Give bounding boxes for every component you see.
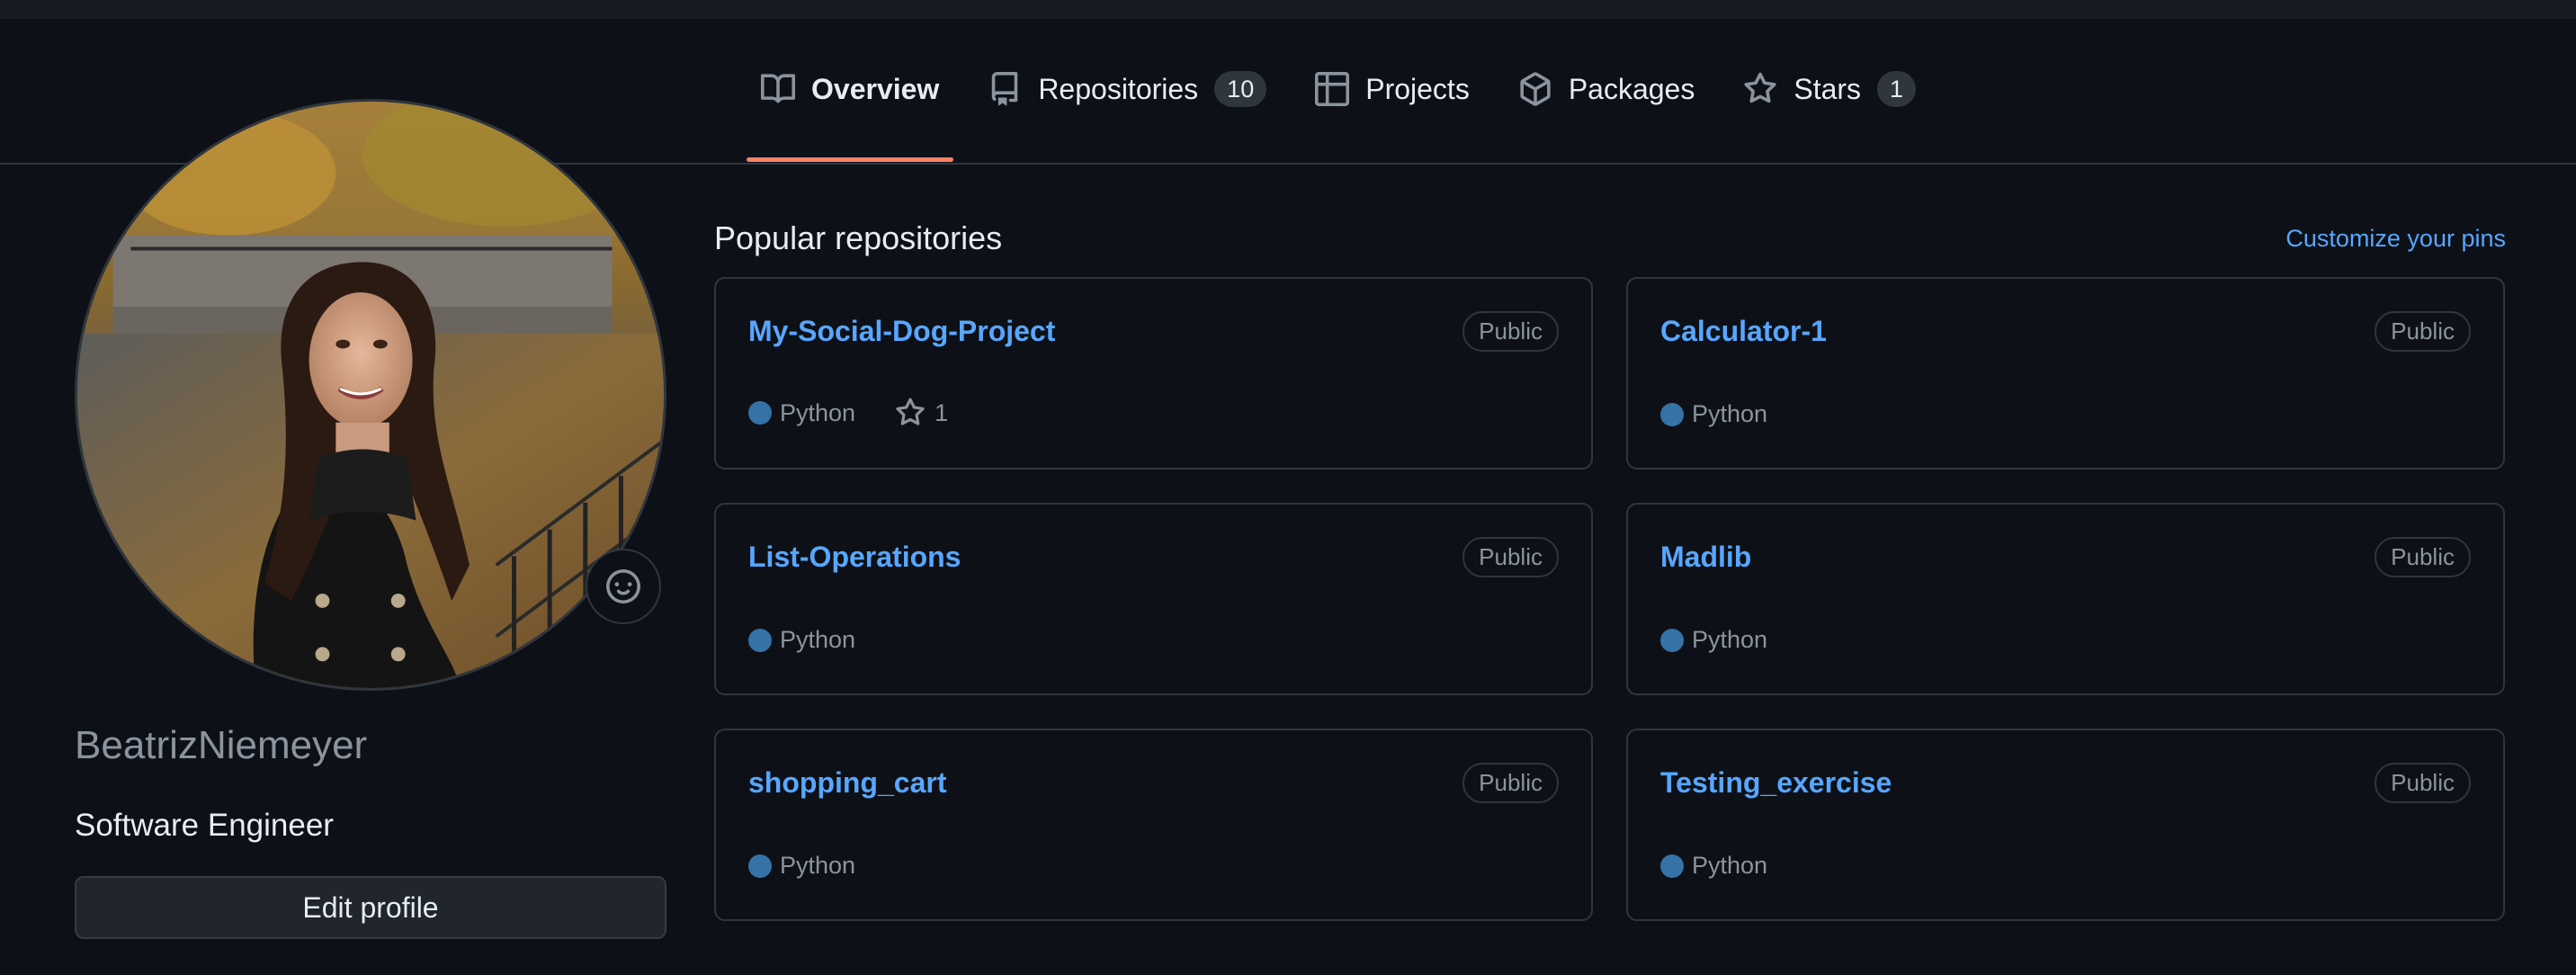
repo-card: My-Social-Dog-Project Public Python 1 [714, 277, 1593, 470]
language-color-dot [748, 854, 772, 878]
language-color-dot [1660, 854, 1684, 878]
stars-count-badge: 1 [1877, 71, 1917, 107]
repo-card: shopping_cart Public Python [714, 729, 1593, 921]
repo-language: Python [780, 852, 856, 879]
repositories-count-badge: 10 [1214, 71, 1267, 107]
smiley-icon [606, 569, 640, 604]
language-color-dot [748, 628, 772, 652]
tab-stars[interactable]: Stars 1 [1729, 44, 1930, 134]
visibility-badge: Public [1462, 763, 1559, 803]
repo-language: Python [1692, 852, 1768, 879]
repo-link[interactable]: Calculator-1 [1660, 315, 1827, 348]
avatar[interactable] [75, 99, 666, 691]
tab-overview-label: Overview [811, 72, 940, 105]
package-icon [1518, 72, 1552, 106]
repo-link[interactable]: List-Operations [748, 541, 961, 574]
tab-repositories-label: Repositories [1038, 72, 1199, 105]
tab-packages-label: Packages [1568, 72, 1695, 105]
repo-link[interactable]: Madlib [1660, 541, 1751, 574]
profile-sidebar: BeatrizNiemeyer Software Engineer Edit p… [75, 99, 666, 939]
visibility-badge: Public [1462, 537, 1559, 577]
repo-language: Python [1692, 400, 1768, 427]
edit-profile-button[interactable]: Edit profile [75, 876, 666, 939]
repo-card: Testing_exercise Public Python [1626, 729, 2505, 921]
stargazers-link[interactable]: 1 [895, 398, 948, 428]
language-color-dot [748, 401, 772, 425]
avatar-container [75, 99, 666, 691]
repo-card: Madlib Public Python [1626, 503, 2505, 695]
tab-packages[interactable]: Packages [1504, 44, 1710, 134]
visibility-badge: Public [2375, 537, 2471, 577]
visibility-badge: Public [2375, 311, 2471, 352]
section-title: Popular repositories [714, 219, 1003, 256]
tab-projects[interactable]: Projects [1301, 44, 1484, 134]
book-icon [761, 72, 795, 106]
top-header-bar [0, 0, 2576, 19]
repo-link[interactable]: Testing_exercise [1660, 766, 1892, 800]
popular-repositories-section: Popular repositories Customize your pins… [714, 216, 2506, 921]
tab-overview[interactable]: Overview [747, 44, 954, 162]
repo-language: Python [780, 398, 856, 426]
repo-language: Python [780, 626, 856, 653]
repo-link[interactable]: My-Social-Dog-Project [748, 315, 1055, 348]
language-color-dot [1660, 628, 1684, 652]
repo-link[interactable]: shopping_cart [748, 766, 946, 800]
profile-username: BeatrizNiemeyer [75, 723, 368, 767]
language-color-dot [1660, 402, 1684, 426]
star-icon [896, 398, 925, 425]
repo-grid: My-Social-Dog-Project Public Python 1 Ca… [714, 277, 2506, 921]
repo-card: List-Operations Public Python [714, 503, 1593, 695]
table-icon [1315, 72, 1350, 106]
star-icon [1743, 72, 1777, 106]
customize-pins-link[interactable]: Customize your pins [2285, 225, 2506, 253]
visibility-badge: Public [2375, 763, 2471, 803]
profile-bio: Software Engineer [75, 808, 334, 843]
set-status-button[interactable] [586, 549, 661, 624]
tab-projects-label: Projects [1365, 72, 1470, 105]
tab-stars-label: Stars [1793, 72, 1862, 105]
repo-card: Calculator-1 Public Python [1626, 277, 2505, 470]
repo-language: Python [1692, 626, 1768, 653]
repo-icon [988, 72, 1022, 106]
star-count: 1 [935, 398, 949, 426]
tab-repositories[interactable]: Repositories 10 [973, 44, 1281, 134]
visibility-badge: Public [1462, 311, 1559, 352]
